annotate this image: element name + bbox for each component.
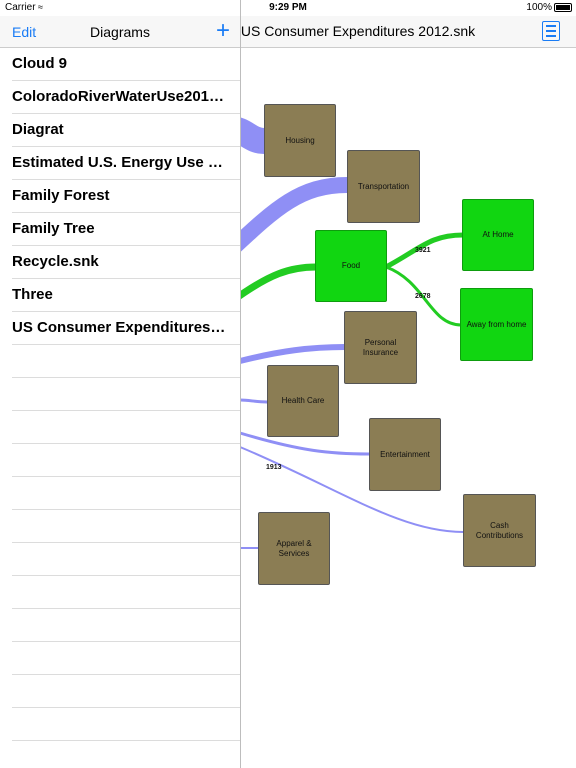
list-item[interactable]: Family Tree: [12, 213, 240, 246]
node-away-from-home[interactable]: Away from home: [460, 288, 533, 361]
empty-row: [12, 576, 240, 609]
list-item-label: Diagrat: [12, 121, 64, 138]
node-food[interactable]: Food: [315, 230, 387, 302]
add-icon[interactable]: +: [216, 18, 230, 44]
flow-label-at-home: 3921: [415, 247, 431, 254]
list-item-label: Family Forest: [12, 187, 110, 204]
list-item-label: ColoradoRiverWaterUse2012.snk: [12, 88, 228, 105]
list-item[interactable]: Diagrat: [12, 114, 240, 147]
clock: 9:29 PM: [269, 2, 307, 13]
diagram-list: Cloud 9 ColoradoRiverWaterUse2012.snk Diag…: [0, 48, 240, 741]
empty-row: [12, 675, 240, 708]
empty-row: [12, 411, 240, 444]
list-item[interactable]: Cloud 9: [12, 48, 240, 81]
flow-label-away: 2678: [415, 293, 431, 300]
empty-row: [12, 510, 240, 543]
list-item-label: Estimated U.S. Energy Use 2013.snk: [12, 154, 228, 171]
empty-row: [12, 642, 240, 675]
empty-row: [12, 609, 240, 642]
list-item-label: Cloud 9: [12, 55, 67, 72]
flow-label-misc: 1913: [266, 464, 282, 471]
sidebar-navigation-bar: Edit Diagrams +: [0, 16, 240, 48]
empty-row: [12, 378, 240, 411]
list-item[interactable]: Family Forest: [12, 180, 240, 213]
list-item-label: US Consumer Expenditures 2012.snk: [12, 319, 228, 336]
empty-row: [12, 444, 240, 477]
battery-percent: 100%: [526, 2, 552, 13]
list-item[interactable]: Estimated U.S. Energy Use 2013.snk: [12, 147, 240, 180]
list-item[interactable]: Three: [12, 279, 240, 312]
node-transportation[interactable]: Transportation: [347, 150, 420, 223]
node-apparel-services[interactable]: Apparel & Services: [258, 512, 330, 585]
node-entertainment[interactable]: Entertainment: [369, 418, 441, 491]
node-health-care[interactable]: Health Care: [267, 365, 339, 437]
list-icon[interactable]: [542, 21, 560, 41]
flow-food: [232, 263, 317, 302]
battery-icon: [554, 3, 572, 12]
flow-personal-insurance: [239, 344, 346, 364]
flow-health-care: [239, 398, 268, 404]
list-item[interactable]: ColoradoRiverWaterUse2012.snk: [12, 81, 240, 114]
node-at-home[interactable]: At Home: [462, 199, 534, 271]
empty-row: [12, 708, 240, 741]
list-item-label: Family Tree: [12, 220, 95, 237]
sidebar-title: Diagrams: [90, 24, 150, 40]
empty-row: [12, 477, 240, 510]
node-cash-contributions[interactable]: Cash Contributions: [463, 494, 536, 567]
status-bar: Carrier ≈ 9:29 PM 100%: [0, 0, 576, 16]
list-item[interactable]: US Consumer Expenditures 2012.snk: [12, 312, 240, 345]
diagrams-sidebar: Edit Diagrams + Cloud 9 ColoradoRiverWate…: [0, 0, 241, 768]
list-item-label: Recycle.snk: [12, 253, 99, 270]
node-personal-insurance[interactable]: Personal Insurance: [344, 311, 417, 384]
empty-row: [12, 345, 240, 378]
node-housing[interactable]: Housing: [264, 104, 336, 177]
list-item-label: Three: [12, 286, 53, 303]
empty-row: [12, 543, 240, 576]
list-item[interactable]: Recycle.snk: [12, 246, 240, 279]
